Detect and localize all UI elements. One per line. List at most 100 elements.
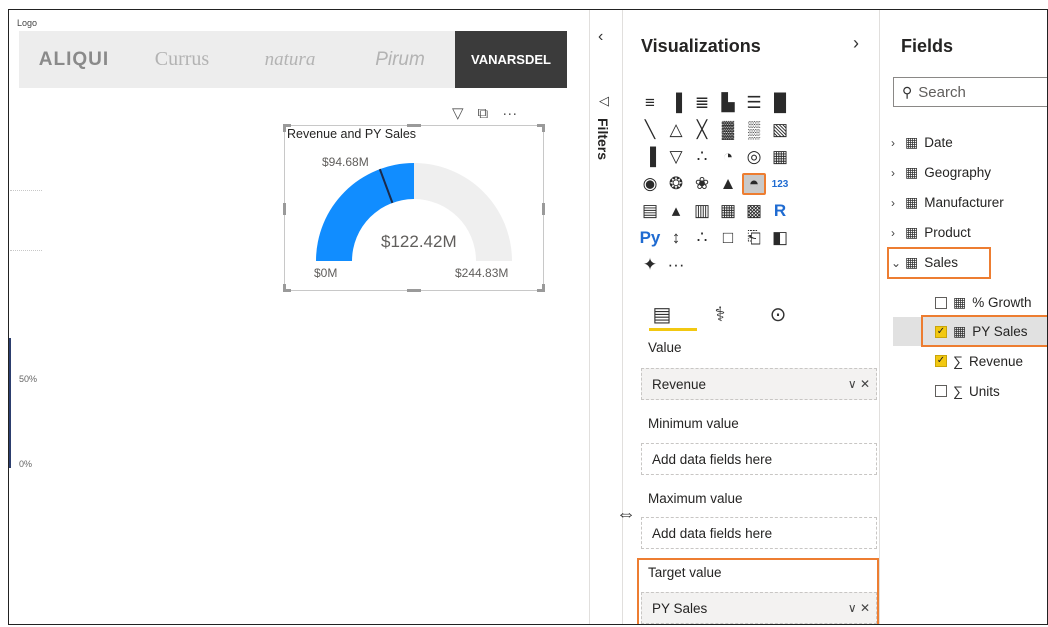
visual-type-icon[interactable]: ◧: [768, 227, 792, 249]
axis-label: 0%: [19, 459, 33, 469]
visual-type-icon[interactable]: ╲: [638, 119, 662, 141]
visual-type-icon[interactable]: △: [664, 119, 688, 141]
checkbox[interactable]: [935, 385, 947, 397]
filters-pane-label[interactable]: Filters: [595, 118, 611, 160]
calculator-icon: ▦: [953, 294, 967, 310]
analytics-magnifier-icon[interactable]: ⊙: [762, 302, 794, 327]
visual-type-icon[interactable]: ▐: [638, 146, 662, 168]
visual-type-icon[interactable]: ▴: [664, 200, 688, 222]
value-well[interactable]: Revenue ∨ ✕: [641, 368, 877, 400]
visual-type-icon[interactable]: ◔: [716, 146, 740, 168]
visual-type-icon[interactable]: ☰: [742, 92, 766, 114]
visual-type-icon[interactable]: ⎗: [742, 227, 766, 249]
fields-tab-icon[interactable]: ▤: [646, 302, 678, 327]
fields-search-input[interactable]: ⚲ Search: [893, 77, 1047, 107]
visual-type-icon[interactable]: ❀: [690, 173, 714, 195]
filter-icon[interactable]: ▽: [452, 104, 464, 122]
well-label-maximum: Maximum value: [648, 491, 743, 506]
visual-type-icon[interactable]: ▧: [768, 119, 792, 141]
checkbox-checked[interactable]: ✓: [935, 355, 947, 367]
target-value-highlight: [637, 558, 879, 624]
logo-caption: Logo: [17, 18, 38, 28]
well-label-value: Value: [648, 340, 682, 355]
sigma-icon: ∑: [953, 383, 963, 399]
gauge-visual[interactable]: Revenue and PY Sales $94.68M $122.42M $0…: [283, 124, 545, 292]
well-field-actions-icon[interactable]: ∨ ✕: [848, 377, 870, 391]
logo-vanarsdel[interactable]: VANARSDEL: [455, 31, 567, 88]
logo-text: natura: [264, 48, 316, 70]
visual-type-icon[interactable]: ∴: [690, 227, 714, 249]
visual-type-icon[interactable]: ▙: [716, 92, 740, 114]
logo-natura[interactable]: natura: [235, 31, 345, 88]
collapse-chevron-icon[interactable]: ‹: [598, 28, 603, 46]
visual-type-icon[interactable]: ↕: [664, 227, 688, 249]
field-name: Revenue: [968, 353, 1024, 369]
visual-type-icon[interactable]: ◉: [638, 173, 662, 195]
visual-type-icon[interactable]: R: [768, 200, 792, 222]
gauge-visual-type-icon[interactable]: ◓: [742, 173, 766, 195]
visual-type-icon[interactable]: ▥: [690, 200, 714, 222]
filters-pane: ‹ ◁ Filters: [589, 10, 623, 624]
filter-icon[interactable]: ◁: [599, 93, 609, 109]
divider: [10, 190, 42, 191]
visual-type-icon[interactable]: ∴: [690, 146, 714, 168]
py-sales-highlight: [921, 315, 1047, 347]
visual-type-icon[interactable]: ❂: [664, 173, 688, 195]
visual-type-icon[interactable]: Py: [638, 227, 662, 249]
visual-type-icon[interactable]: ···: [664, 254, 688, 276]
expand-chevron-icon[interactable]: ›: [853, 33, 859, 54]
visual-type-icon[interactable]: ▩: [742, 200, 766, 222]
visual-type-icon[interactable]: ▐: [664, 92, 688, 114]
logo-currus[interactable]: Currus: [129, 31, 235, 88]
gauge-min-label: $0M: [314, 266, 338, 280]
logo-text: Currus: [154, 48, 210, 70]
field-units[interactable]: ∑ Units: [935, 383, 1000, 399]
table-date[interactable]: › ▦ Date: [891, 134, 953, 151]
divider: [10, 250, 42, 251]
field-revenue[interactable]: ✓ ∑ Revenue: [935, 353, 1023, 369]
gauge-value-label: $122.42M: [381, 232, 457, 251]
visual-header: ▽ ⧉ ···: [452, 104, 517, 123]
visual-type-icon[interactable]: ▤: [638, 200, 662, 222]
visual-type-icon[interactable]: ╳: [690, 119, 714, 141]
fields-title: Fields: [901, 36, 954, 56]
logo-pirum[interactable]: Pirum: [345, 31, 455, 88]
visual-type-icon[interactable]: ▓: [716, 119, 740, 141]
axis-label: 50%: [19, 374, 38, 384]
visual-type-icon[interactable]: ✦: [638, 254, 662, 276]
logo-aliqui[interactable]: ALIQUI: [19, 31, 129, 88]
visual-type-icon[interactable]: █: [768, 92, 792, 114]
format-paintbrush-icon[interactable]: ⚕: [704, 302, 736, 327]
gauge-target-label: $94.68M: [322, 155, 369, 169]
maximum-value-well[interactable]: Add data fields here: [641, 517, 877, 549]
checkbox[interactable]: [935, 296, 947, 309]
visual-type-icon[interactable]: ≡: [638, 92, 662, 114]
visual-type-icon[interactable]: ▽: [664, 146, 688, 168]
table-icon: ▦: [905, 194, 919, 210]
visual-type-icon[interactable]: ▲: [716, 173, 740, 195]
active-tab-indicator: [649, 328, 697, 331]
fields-pane: Fields ⚲ Search › ▦ Date › ▦ Geography ›…: [879, 10, 1047, 624]
chevron-right-icon: ›: [891, 195, 895, 210]
visual-type-icon[interactable]: 123: [768, 173, 792, 195]
visual-type-icon[interactable]: ▦: [716, 200, 740, 222]
visual-type-icon[interactable]: ≣: [690, 92, 714, 114]
gauge-max-label: $244.83M: [455, 266, 509, 280]
table-geography[interactable]: › ▦ Geography: [891, 164, 991, 181]
field-name: Units: [968, 383, 1000, 399]
visual-type-icon[interactable]: □: [716, 227, 740, 249]
sigma-icon: ∑: [953, 353, 963, 369]
minimum-value-well[interactable]: Add data fields here: [641, 443, 877, 475]
resize-cursor-icon: ⇔: [616, 503, 636, 525]
table-product[interactable]: › ▦ Product: [891, 224, 971, 241]
focus-mode-icon[interactable]: ⧉: [478, 105, 489, 122]
table-manufacturer[interactable]: › ▦ Manufacturer: [891, 194, 1004, 211]
logo-slicer[interactable]: ALIQUI Currus natura Pirum VANARSDEL: [19, 31, 567, 88]
visual-type-icon[interactable]: ▒: [742, 119, 766, 141]
table-name: Product: [924, 225, 971, 240]
more-options-icon[interactable]: ···: [502, 105, 517, 122]
powerbi-window: Logo ALIQUI Currus natura Pirum VANARSDE…: [8, 9, 1048, 625]
field-growth[interactable]: ▦ % Growth: [935, 294, 1032, 311]
visual-type-icon[interactable]: ▦: [768, 146, 792, 168]
visual-type-icon[interactable]: ◎: [742, 146, 766, 168]
